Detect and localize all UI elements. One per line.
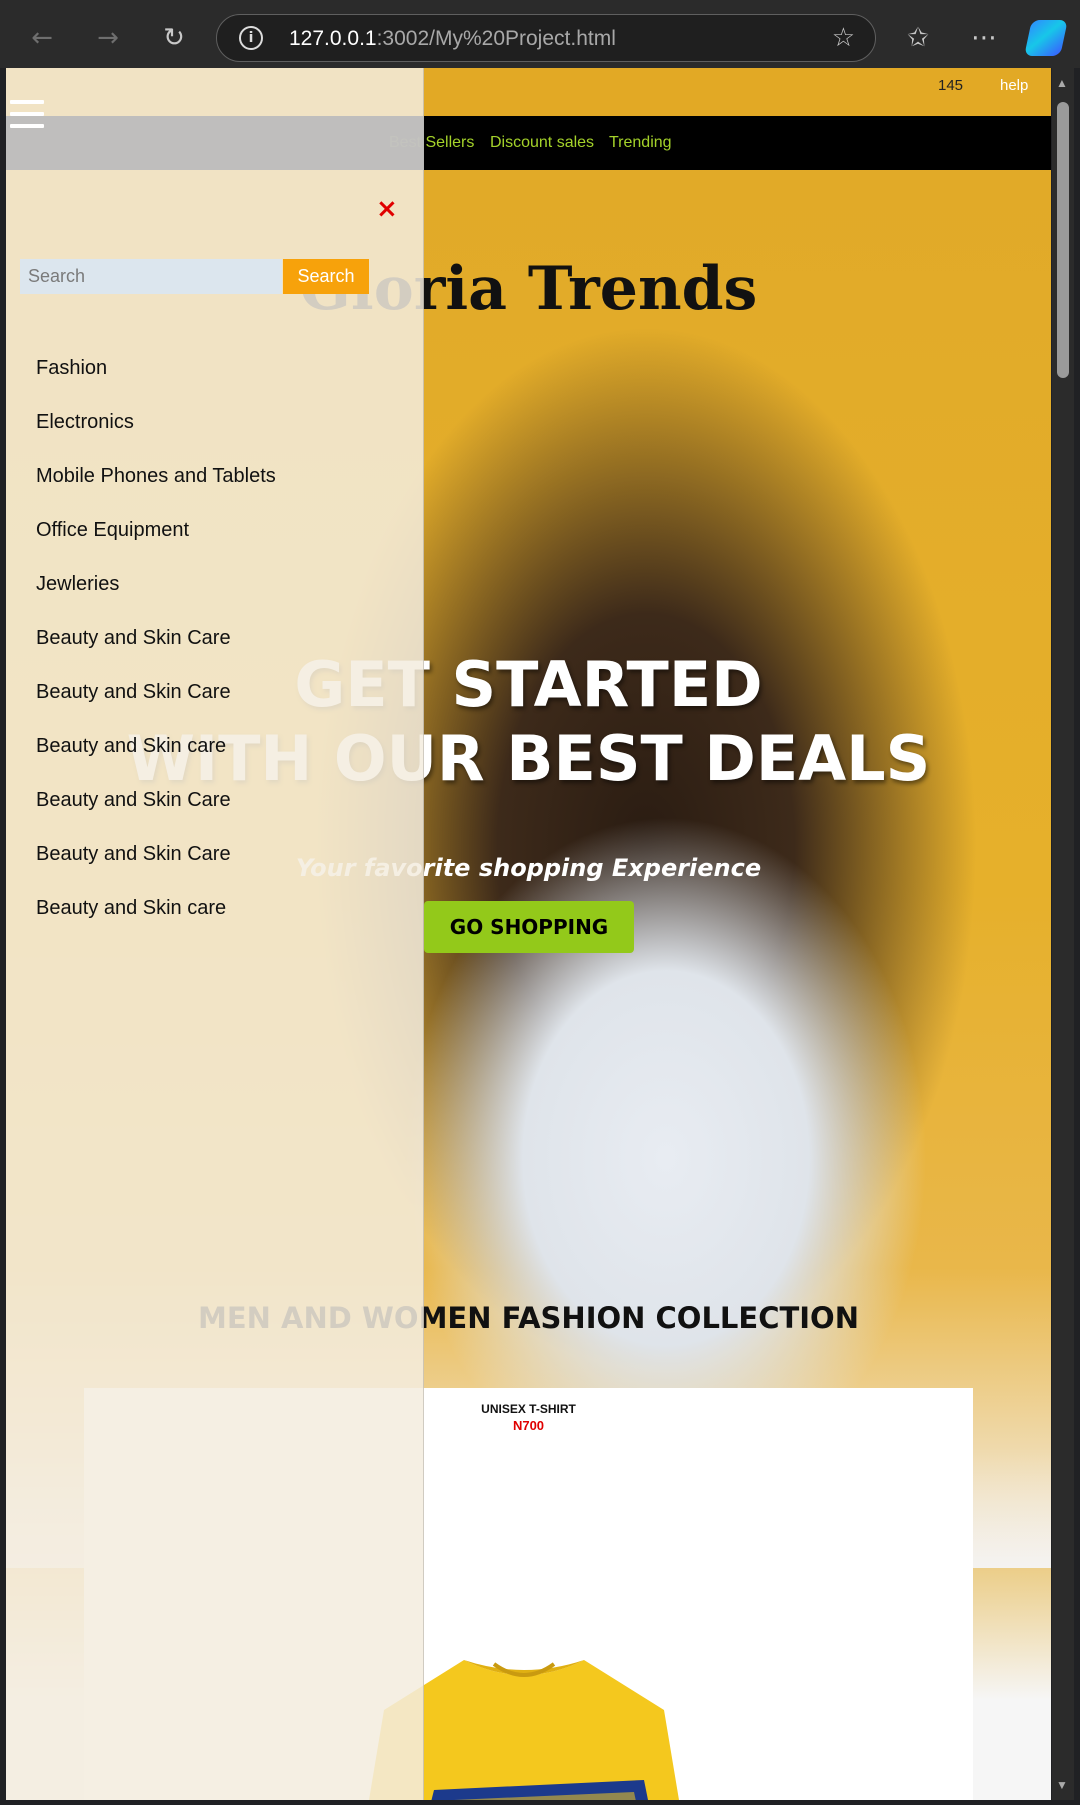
more-icon[interactable]: ⋯ — [966, 20, 1002, 56]
scroll-down-icon[interactable]: ▼ — [1056, 1778, 1068, 1792]
category-beauty-skin-care[interactable]: Beauty and Skin Care — [36, 680, 276, 734]
vertical-scrollbar[interactable]: ▲ ▼ — [1052, 68, 1074, 1800]
url-host: 127.0.0.1 — [289, 27, 377, 50]
url-path: :3002/My%20Project.html — [376, 27, 616, 50]
top-count: 145 — [938, 77, 964, 94]
category-beauty-skin-care[interactable]: Beauty and Skin Care — [36, 626, 276, 680]
scroll-up-icon[interactable]: ▲ — [1056, 76, 1068, 90]
url-text[interactable]: 127.0.0.1:3002/My%20Project.html — [289, 27, 616, 51]
favorites-icon[interactable]: ✩ — [900, 20, 936, 56]
side-menu: × Search Fashion Electronics Mobile Phon… — [6, 68, 424, 1800]
category-list: Fashion Electronics Mobile Phones and Ta… — [36, 356, 276, 950]
address-bar[interactable]: i 127.0.0.1:3002/My%20Project.html ☆ — [216, 14, 876, 62]
info-icon[interactable]: i — [239, 26, 263, 50]
browser-toolbar: ← → ↻ i 127.0.0.1:3002/My%20Project.html… — [0, 0, 1080, 68]
category-beauty-skin-care[interactable]: Beauty and Skin Care — [36, 788, 276, 842]
close-icon[interactable]: × — [376, 194, 398, 224]
hamburger-menu-icon[interactable] — [10, 100, 44, 130]
category-mobile-phones-tablets[interactable]: Mobile Phones and Tablets — [36, 464, 276, 518]
go-shopping-button[interactable]: GO SHOPPING — [424, 901, 634, 953]
refresh-icon[interactable]: ↻ — [156, 20, 192, 56]
scrollbar-thumb[interactable] — [1057, 102, 1069, 378]
back-icon[interactable]: ← — [24, 20, 60, 56]
category-beauty-skin-care[interactable]: Beauty and Skin care — [36, 896, 276, 950]
search-button[interactable]: Search — [283, 259, 369, 294]
nav-link-trending[interactable]: Trending — [609, 134, 672, 152]
category-electronics[interactable]: Electronics — [36, 410, 276, 464]
search-input[interactable] — [20, 259, 282, 294]
help-link[interactable]: help — [1000, 77, 1028, 94]
page-viewport: 145 help Best Sellers Discount sales Tre… — [6, 68, 1051, 1800]
category-beauty-skin-care[interactable]: Beauty and Skin Care — [36, 842, 276, 896]
forward-icon[interactable]: → — [90, 20, 126, 56]
side-menu-header-band — [6, 116, 424, 170]
favorite-star-icon[interactable]: ☆ — [832, 23, 855, 53]
nav-link-discount-sales[interactable]: Discount sales — [490, 134, 594, 152]
category-jewleries[interactable]: Jewleries — [36, 572, 276, 626]
category-beauty-skin-care[interactable]: Beauty and Skin care — [36, 734, 276, 788]
category-fashion[interactable]: Fashion — [36, 356, 276, 410]
copilot-icon[interactable] — [1024, 20, 1068, 56]
category-office-equipment[interactable]: Office Equipment — [36, 518, 276, 572]
